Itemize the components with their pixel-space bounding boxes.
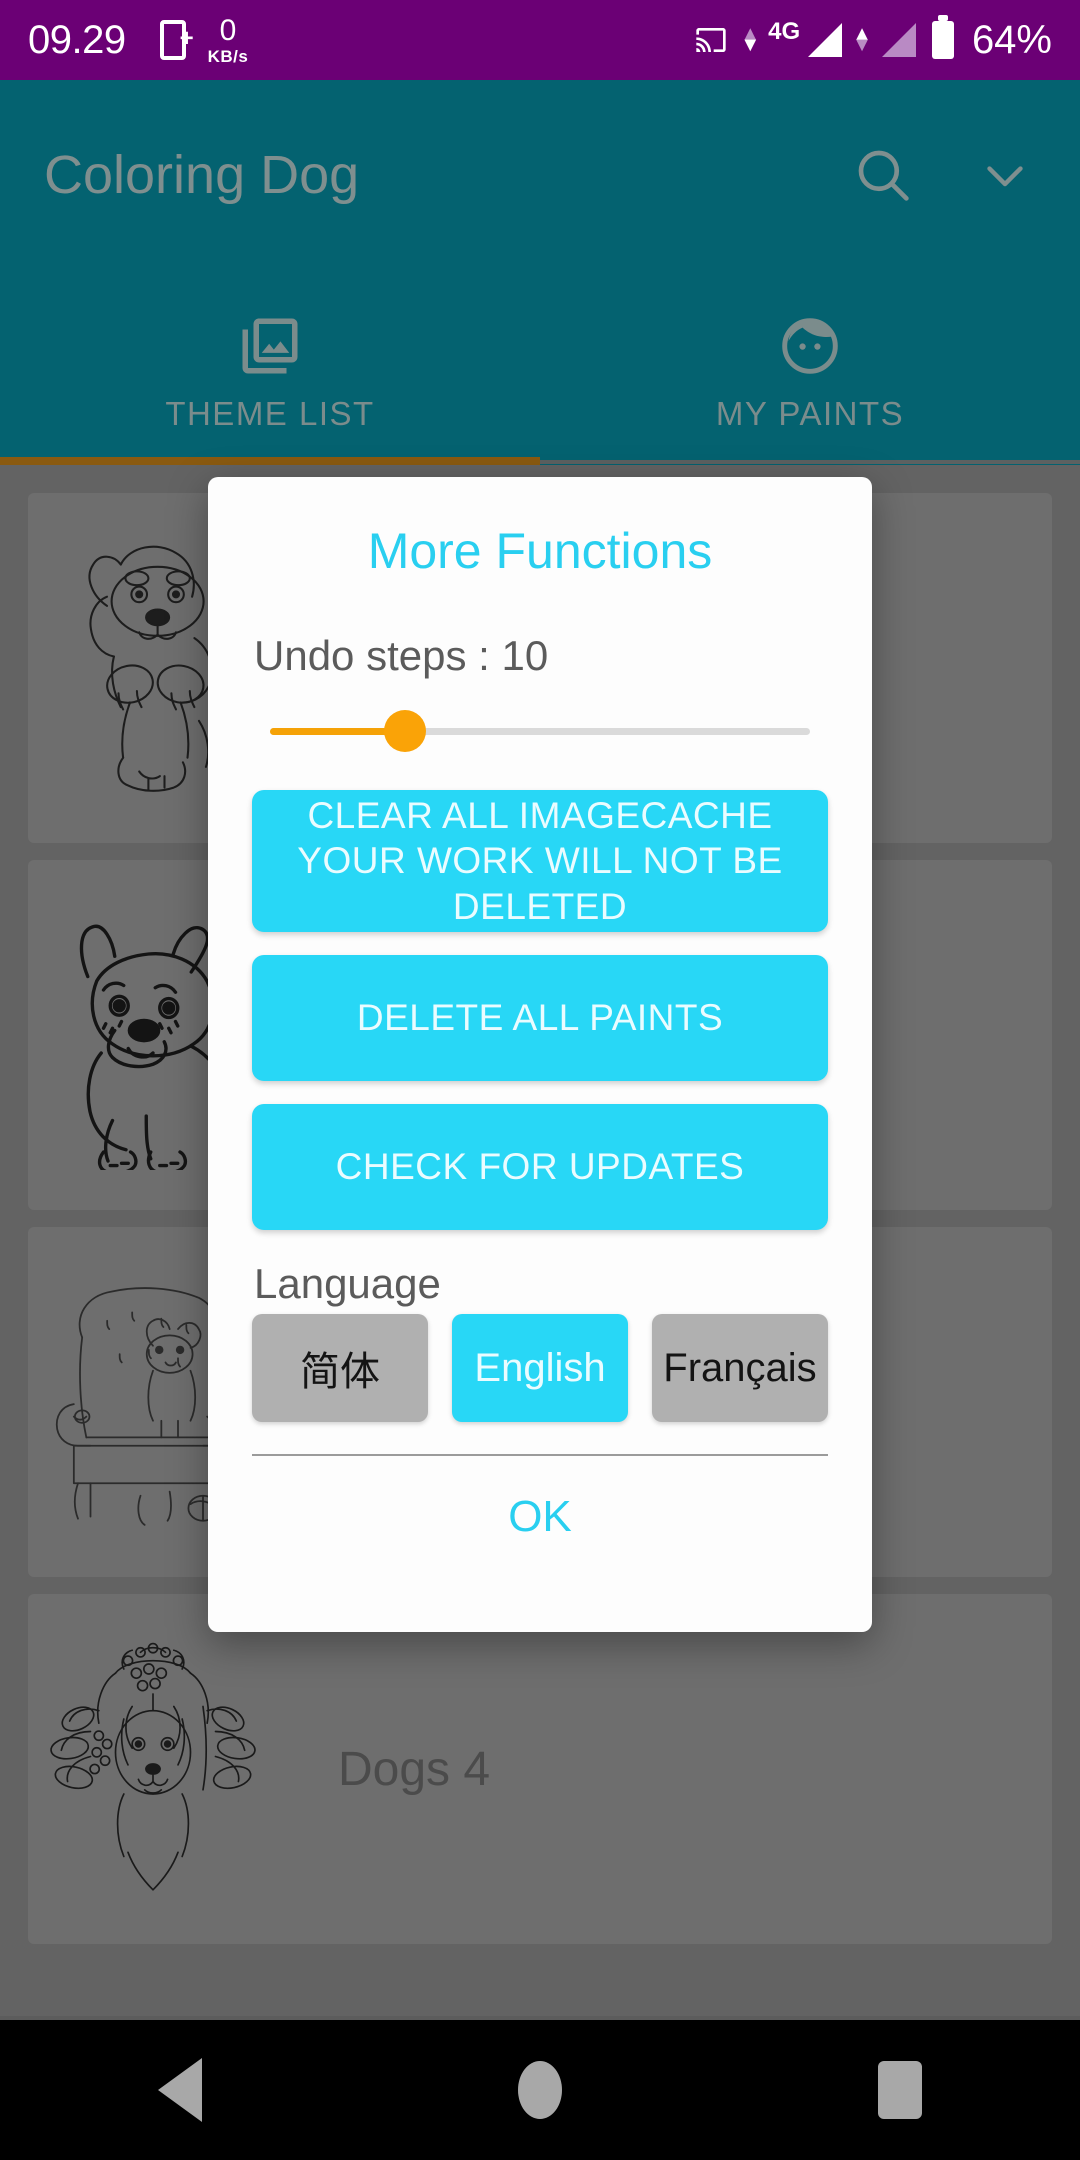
network-type-label: 4G	[768, 17, 801, 45]
nav-back-button[interactable]	[80, 2020, 280, 2160]
language-option-french[interactable]: Français	[652, 1314, 828, 1422]
sim-card-add-icon: +	[159, 20, 194, 60]
check-for-updates-button[interactable]: CHECK FOR UPDATES	[252, 1104, 828, 1230]
list-item-title: Dogs 4	[338, 1742, 491, 1796]
face-icon	[782, 317, 838, 374]
tab-theme-list[interactable]: THEME LIST	[0, 270, 540, 465]
language-option-english[interactable]: English	[452, 1314, 628, 1422]
thumbnail	[28, 1594, 278, 1944]
search-icon[interactable]	[850, 142, 916, 208]
ok-button[interactable]: OK	[252, 1456, 828, 1542]
network-speed-value: 0	[219, 13, 237, 47]
page-title: Coloring Dog	[44, 145, 360, 205]
status-left-icons: + 0 KB/s	[159, 13, 249, 66]
data-transfer-arrows-icon-2: ▲ ▼	[852, 23, 872, 56]
delete-all-paints-button[interactable]: DELETE ALL PAINTS	[252, 955, 828, 1081]
network-speed-unit: KB/s	[207, 46, 249, 66]
status-bar: 09.29 + 0 KB/s ▲ ▼ 4G ▲ ▼ 64%	[0, 0, 1080, 80]
battery-icon	[931, 15, 954, 59]
status-right-icons: ▲ ▼ 4G ▲ ▼ 64%	[692, 15, 1052, 63]
phone-screen: 09.29 + 0 KB/s ▲ ▼ 4G ▲ ▼ 64% Coloring D…	[0, 0, 1080, 2160]
back-triangle-icon	[158, 2058, 202, 2122]
dog-floral-line-art	[50, 1642, 256, 1891]
chevron-down-icon[interactable]	[974, 144, 1036, 206]
nav-recents-button[interactable]	[800, 2020, 1000, 2160]
network-speed-indicator: 0 KB/s	[207, 13, 249, 66]
language-selector: 简体 English Français	[252, 1314, 828, 1422]
nav-home-button[interactable]	[440, 2020, 640, 2160]
signal-bars-icon-sim2	[881, 23, 916, 57]
tab-bar: THEME LIST MY PAINTS	[0, 270, 1080, 465]
data-transfer-arrows-icon: ▲ ▼	[740, 23, 761, 56]
cast-screen-icon	[696, 28, 726, 52]
recents-square-icon	[878, 2061, 922, 2119]
tab-active-indicator	[0, 457, 540, 465]
list-item[interactable]: Dogs 4	[28, 1594, 1052, 1944]
nav-bar	[0, 2020, 1080, 2160]
status-clock: 09.29	[28, 17, 126, 62]
home-circle-icon	[518, 2061, 562, 2119]
tab-label-my-paints: MY PAINTS	[715, 394, 905, 432]
dialog-title: More Functions	[367, 523, 713, 579]
more-functions-dialog: More Functions Undo steps : 10 CLEAR ALL…	[208, 477, 872, 1632]
tab-inactive-indicator	[540, 460, 1080, 464]
photo-library-icon	[242, 318, 298, 373]
undo-steps-slider[interactable]	[252, 710, 828, 752]
battery-percent-label: 64%	[971, 17, 1052, 62]
app-bar: Coloring Dog	[0, 80, 1080, 270]
tab-label-theme-list: THEME LIST	[165, 394, 375, 432]
slider-thumb[interactable]	[384, 710, 426, 752]
tab-my-paints[interactable]: MY PAINTS	[540, 270, 1080, 465]
undo-steps-label: Undo steps : 10	[254, 632, 549, 679]
clear-image-cache-button[interactable]: CLEAR ALL IMAGECACHE YOUR WORK WILL NOT …	[252, 790, 828, 932]
signal-bars-icon-sim1	[808, 23, 843, 57]
language-option-simplified-chinese[interactable]: 简体	[252, 1314, 428, 1422]
language-label: Language	[254, 1260, 441, 1307]
